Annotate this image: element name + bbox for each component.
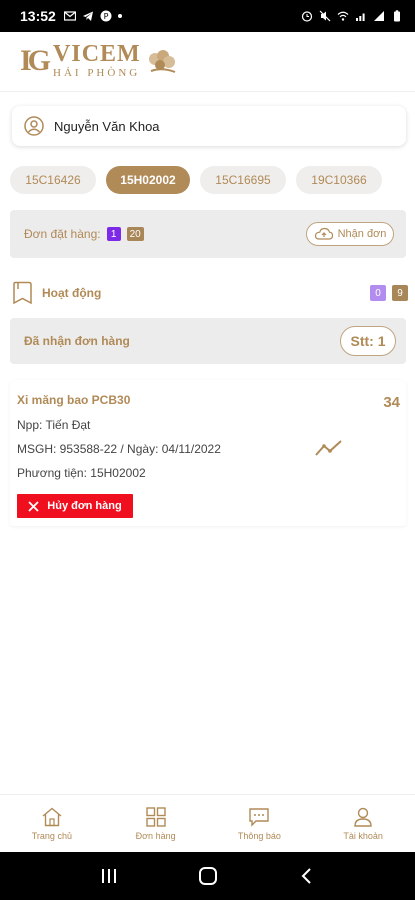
system-status-bar: 13:52 P [0,0,415,32]
cloud-upload-icon [314,227,333,240]
order-card[interactable]: Xi măng bao PCB30 34 Npp: Tiến Đạt MSGH:… [10,380,406,526]
wifi-icon [337,11,349,21]
notification-dot [117,14,122,18]
msgh-text: MSGH: 953588-22 / Ngày: 04/11/2022 [17,442,221,456]
tab-vehicle-15c16695[interactable]: 15C16695 [200,166,286,194]
cancel-order-label: Hủy đơn hàng [47,500,122,512]
orders-summary-bar: Đơn đặt hàng: 1 20 Nhận đơn [10,210,406,258]
orders-label: Đơn đặt hàng: [24,227,101,241]
nav-home[interactable]: Trang chủ [0,795,104,852]
nav-home-label: Trang chủ [31,830,72,841]
nav-orders-label: Đơn hàng [135,830,176,841]
home-icon [42,807,62,826]
received-orders-label: Đã nhận đơn hàng [24,334,130,348]
queue-number-badge: Stt: 1 [340,326,396,356]
alarm-icon [301,11,313,22]
mute-icon [319,10,331,22]
person-icon [354,807,372,827]
activity-row: Hoạt động 0 9 [12,280,408,306]
tab-vehicle-15h02002[interactable]: 15H02002 [106,166,190,194]
receive-order-label: Nhận đơn [337,228,387,240]
signal2-icon [374,11,384,21]
nav-account[interactable]: Tài khoản [311,795,415,852]
activity-label: Hoạt động [42,286,102,300]
system-navigation-bar [0,852,415,900]
receive-order-button[interactable]: Nhận đơn [306,222,394,246]
nav-notifications-label: Thông báo [237,830,281,841]
bookmark-icon [13,281,32,305]
trend-chart-icon[interactable] [314,437,344,459]
signal-icon [356,13,365,21]
received-orders-bar: Đã nhận đơn hàng Stt: 1 [10,318,406,364]
activity-badge-a: 0 [370,285,386,301]
home-button-icon[interactable] [198,866,218,886]
back-icon[interactable] [299,867,315,885]
bottom-navigation: Trang chủ Đơn hàng Thông báo Tài khoản [0,794,415,852]
clock: 13:52 [20,8,56,24]
close-icon [28,500,39,512]
orders-badge-total: 20 [126,227,144,241]
gmail-icon [63,11,76,21]
message-icon [249,807,270,827]
telegram-icon [82,11,93,21]
grid-icon [145,806,166,827]
cancel-order-button[interactable]: Hủy đơn hàng [17,494,133,518]
tab-vehicle-15c16426[interactable]: 15C16426 [10,166,96,194]
flower-emblem-icon [148,49,176,73]
user-avatar-icon [24,116,44,136]
order-quantity: 34 [383,394,400,411]
vehicle-tabs: 15C16426 15H02002 15C16695 19C10366 [10,166,382,194]
svg-text:P: P [103,12,108,21]
vehicle-text: Phương tiện: 15H02002 [17,466,146,480]
user-card[interactable]: Nguyễn Văn Khoa [12,106,406,146]
nav-account-label: Tài khoản [343,830,383,841]
product-name: Xi măng bao PCB30 [17,393,131,407]
logo-mark: IG [20,43,51,77]
tab-vehicle-19c10366[interactable]: 19C10366 [296,166,382,194]
distributor-text: Npp: Tiến Đạt [17,418,91,432]
app-header: IG VICEM HẢI PHÒNG [0,32,415,92]
orders-badge-new: 1 [106,227,121,241]
activity-badge-b: 9 [392,285,408,301]
app-icon: P [100,10,112,22]
brand-subtitle: HẢI PHÒNG [53,67,141,79]
nav-notifications[interactable]: Thông báo [208,795,312,852]
recent-apps-icon[interactable] [100,867,118,885]
vicem-logo: IG VICEM HẢI PHÒNG [20,42,179,79]
nav-orders[interactable]: Đơn hàng [104,795,208,852]
user-name: Nguyễn Văn Khoa [54,118,160,134]
battery-icon [394,10,400,22]
brand-name: VICEM [53,41,141,67]
